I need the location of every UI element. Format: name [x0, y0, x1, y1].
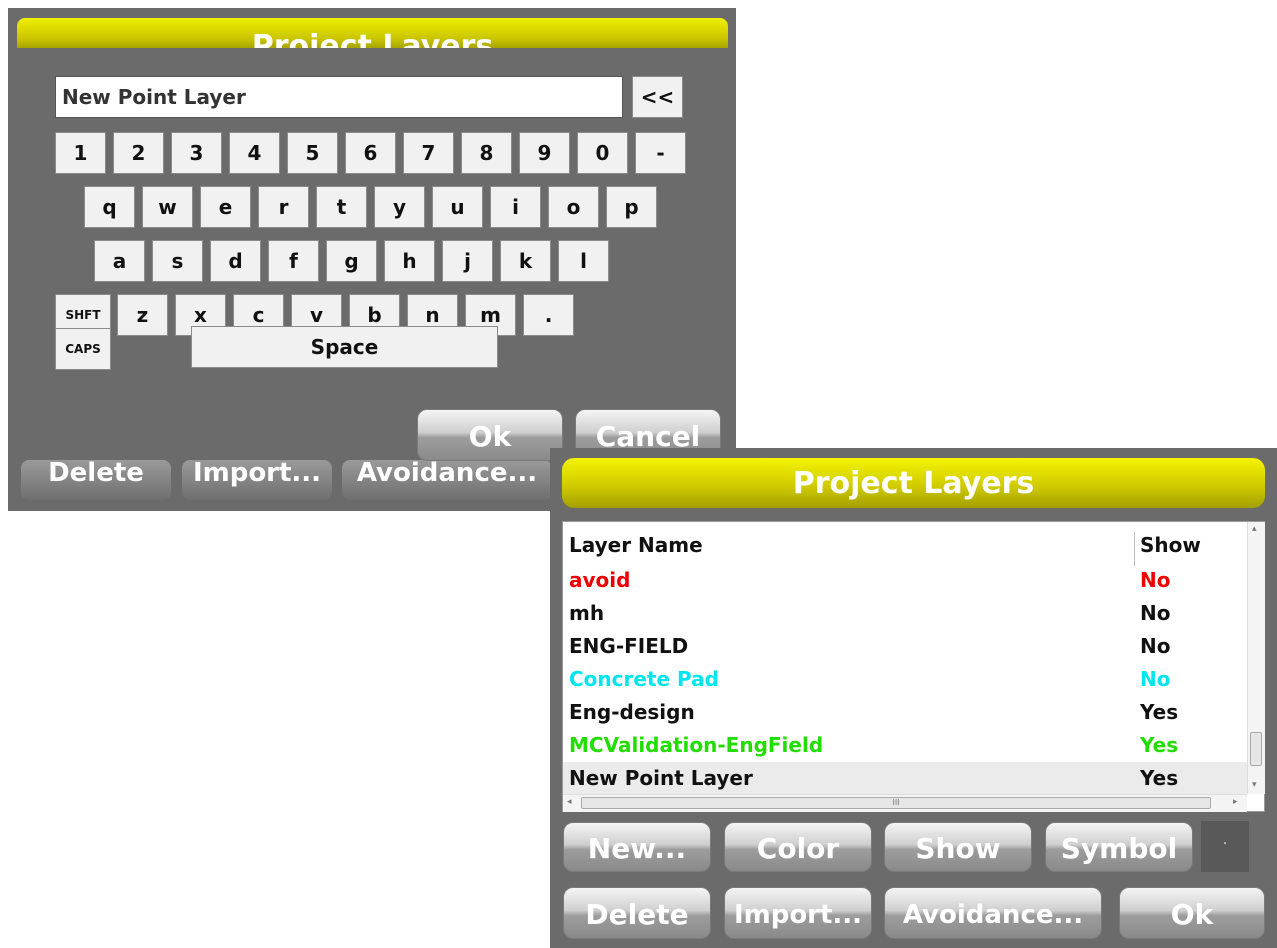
- key-4[interactable]: 4: [229, 132, 280, 174]
- key-2[interactable]: 2: [113, 132, 164, 174]
- key-q[interactable]: q: [84, 186, 135, 228]
- layer-name-cell: New Point Layer: [569, 766, 753, 790]
- layer-show-cell: Yes: [1140, 700, 1179, 724]
- layers-table-header: Layer Name Show: [563, 528, 1247, 566]
- key-3[interactable]: 3: [171, 132, 222, 174]
- key-i[interactable]: i: [490, 186, 541, 228]
- key-o[interactable]: o: [548, 186, 599, 228]
- key-5[interactable]: 5: [287, 132, 338, 174]
- horizontal-scrollbar[interactable]: ◂ III ▸: [563, 794, 1247, 812]
- caps-key[interactable]: CAPS: [55, 328, 111, 370]
- layers-ok-button[interactable]: Ok: [1119, 887, 1265, 939]
- layer-name-cell: MCValidation-EngField: [569, 733, 824, 757]
- keyboard-dialog-title: Project Layers: [251, 29, 494, 49]
- horizontal-scroll-thumb[interactable]: III: [581, 797, 1211, 809]
- layer-name-input[interactable]: New Point Layer: [55, 76, 623, 118]
- scroll-up-arrow-icon[interactable]: ▴: [1252, 524, 1257, 534]
- table-row[interactable]: Concrete Pad No: [563, 663, 1247, 695]
- key-l[interactable]: l: [558, 240, 609, 282]
- table-row[interactable]: MCValidation-EngField Yes: [563, 729, 1247, 761]
- key-t[interactable]: t: [316, 186, 367, 228]
- layer-show-cell: Yes: [1140, 766, 1179, 790]
- scroll-down-arrow-icon[interactable]: ▾: [1252, 780, 1257, 790]
- space-key[interactable]: Space: [191, 326, 498, 368]
- key-8[interactable]: 8: [461, 132, 512, 174]
- vertical-scrollbar[interactable]: ▴ ▾: [1247, 522, 1265, 794]
- behind-delete-button: Delete: [21, 460, 171, 500]
- key-p[interactable]: p: [606, 186, 657, 228]
- delete-button[interactable]: Delete: [563, 887, 711, 939]
- key-z[interactable]: z: [117, 294, 168, 336]
- table-row[interactable]: mh No: [563, 597, 1247, 629]
- avoidance-button[interactable]: Avoidance...: [884, 887, 1102, 939]
- key-u[interactable]: u: [432, 186, 483, 228]
- scroll-left-arrow-icon[interactable]: ◂: [567, 797, 572, 807]
- layer-show-cell: No: [1140, 667, 1171, 691]
- table-row[interactable]: ENG-FIELD No: [563, 630, 1247, 662]
- key-6[interactable]: 6: [345, 132, 396, 174]
- layer-name-cell: mh: [569, 601, 605, 625]
- key-k[interactable]: k: [500, 240, 551, 282]
- layer-show-cell: Yes: [1140, 733, 1179, 757]
- key-f[interactable]: f: [268, 240, 319, 282]
- table-row[interactable]: avoid No: [563, 564, 1247, 596]
- key-s[interactable]: s: [152, 240, 203, 282]
- project-layers-dialog: Project Layers Layer Name Show avoid No mh…: [550, 448, 1277, 948]
- show-button[interactable]: Show: [884, 822, 1032, 872]
- backspace-key[interactable]: <<: [632, 76, 683, 118]
- key-d[interactable]: d: [210, 240, 261, 282]
- layer-show-cell: No: [1140, 568, 1171, 592]
- key-r[interactable]: r: [258, 186, 309, 228]
- keyboard-dialog-titlebar: Project Layers: [17, 18, 728, 48]
- key-a[interactable]: a: [94, 240, 145, 282]
- key-e[interactable]: e: [200, 186, 251, 228]
- column-divider[interactable]: [1134, 532, 1135, 566]
- table-row[interactable]: Eng-design Yes: [563, 696, 1247, 728]
- layer-name-cell: ENG-FIELD: [569, 634, 689, 658]
- layers-table: Layer Name Show avoid No mh No ENG-FIELD No Co…: [562, 521, 1265, 812]
- column-header-show[interactable]: Show: [1140, 528, 1201, 562]
- layer-show-cell: No: [1140, 601, 1171, 625]
- key-0[interactable]: 0: [577, 132, 628, 174]
- color-button[interactable]: Color: [724, 822, 872, 872]
- import-button[interactable]: Import...: [724, 887, 872, 939]
- key-y[interactable]: y: [374, 186, 425, 228]
- behind-avoidance-button: Avoidance...: [342, 460, 552, 500]
- layer-name-cell: Eng-design: [569, 700, 695, 724]
- key-j[interactable]: j: [442, 240, 493, 282]
- symbol-button[interactable]: Symbol: [1045, 822, 1193, 872]
- key-h[interactable]: h: [384, 240, 435, 282]
- scroll-right-arrow-icon[interactable]: ▸: [1233, 797, 1238, 807]
- key-7[interactable]: 7: [403, 132, 454, 174]
- key-9[interactable]: 9: [519, 132, 570, 174]
- symbol-preview: ·: [1201, 821, 1249, 872]
- layer-name-cell: avoid: [569, 568, 631, 592]
- key-w[interactable]: w: [142, 186, 193, 228]
- behind-import-button: Import...: [182, 460, 332, 500]
- key-period[interactable]: .: [523, 294, 574, 336]
- keyboard-dialog: Project Layers New Point Layer << 123456…: [8, 8, 736, 511]
- keyboard-ok-button[interactable]: Ok: [417, 409, 563, 461]
- key-1[interactable]: 1: [55, 132, 106, 174]
- layer-show-cell: No: [1140, 634, 1171, 658]
- layer-name-cell: Concrete Pad: [569, 667, 719, 691]
- vertical-scroll-thumb[interactable]: [1250, 732, 1262, 766]
- new-layer-button[interactable]: New...: [563, 822, 711, 872]
- project-layers-title: Project Layers: [562, 458, 1265, 508]
- key-hyphen[interactable]: -: [635, 132, 686, 174]
- column-header-layer-name[interactable]: Layer Name: [569, 528, 703, 562]
- key-g[interactable]: g: [326, 240, 377, 282]
- table-row[interactable]: New Point Layer Yes: [563, 762, 1247, 794]
